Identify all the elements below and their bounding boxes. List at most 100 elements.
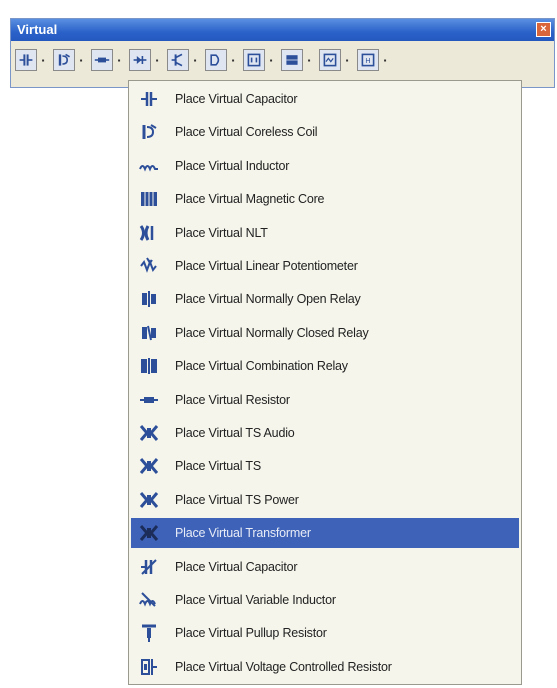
- menu-item-label: Place Virtual TS Power: [175, 492, 299, 507]
- voltage-controlled-resistor-icon: [139, 657, 159, 677]
- variable-inductor-icon: [139, 590, 159, 610]
- menu-item[interactable]: Place Virtual Capacitor: [131, 552, 519, 582]
- menu-item[interactable]: Place Virtual NLT: [131, 218, 519, 248]
- menu-item-label: Place Virtual Inductor: [175, 158, 290, 173]
- toolbar-group: ▪: [281, 49, 315, 71]
- menu-item[interactable]: Place Virtual Coreless Coil: [131, 117, 519, 147]
- close-button[interactable]: ×: [536, 22, 551, 37]
- menu-item[interactable]: Place Virtual Capacitor: [131, 84, 519, 114]
- menu-item[interactable]: Place Virtual Resistor: [131, 385, 519, 415]
- menu-item[interactable]: Place Virtual Pullup Resistor: [131, 618, 519, 648]
- dropdown-arrow-icon[interactable]: ▪: [151, 49, 163, 71]
- toolbar-button-gate[interactable]: [205, 49, 227, 71]
- title-bar[interactable]: Virtual ×: [11, 19, 554, 41]
- menu-item-label: Place Virtual Combination Relay: [175, 359, 348, 374]
- capacitor-icon: [18, 52, 34, 68]
- menu-item[interactable]: Place Virtual Linear Potentiometer: [131, 251, 519, 281]
- toolbar-group: ▪: [53, 49, 87, 71]
- toolbar-group: ▪: [129, 49, 163, 71]
- toolbar-button-resistor[interactable]: [91, 49, 113, 71]
- ts-icon: [139, 456, 159, 476]
- toolbar-group: ▪: [243, 49, 277, 71]
- toolbar-button-meter[interactable]: [243, 49, 265, 71]
- dropdown-arrow-icon[interactable]: ▪: [265, 49, 277, 71]
- menu-item[interactable]: Place Virtual Inductor: [131, 151, 519, 181]
- toolbar-button-capacitor[interactable]: [15, 49, 37, 71]
- menu-item-label: Place Virtual Linear Potentiometer: [175, 259, 358, 273]
- menu-item-label: Place Virtual TS Audio: [175, 426, 295, 440]
- toolbar-group: ▪: [167, 49, 201, 71]
- toolbar-button-signal[interactable]: [319, 49, 341, 71]
- resistor-icon: [94, 52, 110, 68]
- virtual-toolbar-window: Virtual × ▪ ▪ ▪ ▪ ▪ ▪ ▪ ▪ ▪ H ▪: [10, 18, 555, 88]
- menu-item-label: Place Virtual Voltage Controlled Resisto…: [175, 659, 392, 674]
- relay-closed-icon: [139, 323, 159, 343]
- menu-item[interactable]: Place Virtual TS Audio: [131, 418, 519, 448]
- dropdown-arrow-icon[interactable]: ▪: [303, 49, 315, 71]
- inductor-icon: [139, 156, 159, 176]
- source-icon: H: [360, 52, 376, 68]
- dropdown-arrow-icon[interactable]: ▪: [379, 49, 391, 71]
- toolbar-button-diode[interactable]: [129, 49, 151, 71]
- nlt-icon: [139, 223, 159, 243]
- toolbar-group: ▪: [91, 49, 125, 71]
- svg-text:H: H: [365, 56, 370, 65]
- diode-icon: [132, 52, 148, 68]
- meter-icon: [246, 52, 262, 68]
- menu-item-label: Place Virtual Pullup Resistor: [175, 626, 327, 641]
- coreless-coil-icon: [139, 122, 159, 142]
- toolbar-row: ▪ ▪ ▪ ▪ ▪ ▪ ▪ ▪ ▪ H ▪: [15, 45, 554, 75]
- menu-item-label: Place Virtual NLT: [175, 225, 268, 240]
- dropdown-arrow-icon[interactable]: ▪: [189, 49, 201, 71]
- transformer-icon: [139, 523, 159, 543]
- coreless-coil-icon: [56, 52, 72, 68]
- dropdown-arrow-icon[interactable]: ▪: [75, 49, 87, 71]
- variable-capacitor-icon: [139, 557, 159, 577]
- menu-item[interactable]: Place Virtual Normally Closed Relay: [131, 318, 519, 348]
- menu-item[interactable]: Place Virtual TS Power: [131, 485, 519, 515]
- menu-item-label: Place Virtual Capacitor: [175, 559, 298, 574]
- menu-item[interactable]: Place Virtual TS: [131, 451, 519, 481]
- transistor-icon: [170, 52, 186, 68]
- toolbar-group: ▪: [319, 49, 353, 71]
- ts-audio-icon: [139, 423, 159, 443]
- relay-combination-icon: [139, 356, 159, 376]
- toolbar-group: H ▪: [357, 49, 391, 71]
- menu-item[interactable]: Place Virtual Variable Inductor: [131, 585, 519, 615]
- toolbar-group: ▪: [15, 49, 49, 71]
- menu-item-label: Place Virtual Transformer: [175, 526, 311, 541]
- toolbar-button-coreless-coil[interactable]: [53, 49, 75, 71]
- gate-icon: [208, 52, 224, 68]
- dropdown-arrow-icon[interactable]: ▪: [227, 49, 239, 71]
- virtual-components-menu: Place Virtual Capacitor Place Virtual Cor…: [128, 80, 522, 685]
- menu-item-label: Place Virtual Capacitor: [175, 92, 298, 106]
- ts-power-icon: [139, 490, 159, 510]
- toolbar-button-source[interactable]: H: [357, 49, 379, 71]
- menu-item-label: Place Virtual Magnetic Core: [175, 192, 325, 207]
- menu-item[interactable]: Place Virtual Voltage Controlled Resisto…: [131, 652, 519, 682]
- menu-item-label: Place Virtual Variable Inductor: [175, 593, 336, 607]
- relay-open-icon: [139, 289, 159, 309]
- menu-item-label: Place Virtual Normally Open Relay: [175, 292, 361, 307]
- dropdown-arrow-icon[interactable]: ▪: [37, 49, 49, 71]
- dropdown-arrow-icon[interactable]: ▪: [113, 49, 125, 71]
- toolbar-group: ▪: [205, 49, 239, 71]
- potentiometer-icon: [139, 256, 159, 276]
- menu-item[interactable]: Place Virtual Combination Relay: [131, 351, 519, 381]
- pullup-resistor-icon: [139, 623, 159, 643]
- menu-item[interactable]: Place Virtual Magnetic Core: [131, 184, 519, 214]
- block-icon: [284, 52, 300, 68]
- toolbar-button-transistor[interactable]: [167, 49, 189, 71]
- menu-item-label: Place Virtual Resistor: [175, 392, 290, 407]
- window-title: Virtual: [17, 22, 58, 37]
- menu-item[interactable]: Place Virtual Normally Open Relay: [131, 284, 519, 314]
- toolbar-button-block[interactable]: [281, 49, 303, 71]
- menu-item[interactable]: Place Virtual Transformer: [131, 518, 519, 549]
- resistor-icon: [139, 390, 159, 410]
- menu-item-label: Place Virtual TS: [175, 459, 261, 474]
- menu-item-label: Place Virtual Normally Closed Relay: [175, 325, 369, 340]
- dropdown-arrow-icon[interactable]: ▪: [341, 49, 353, 71]
- capacitor-icon: [139, 89, 159, 109]
- magnetic-core-icon: [139, 189, 159, 209]
- menu-item-label: Place Virtual Coreless Coil: [175, 125, 318, 140]
